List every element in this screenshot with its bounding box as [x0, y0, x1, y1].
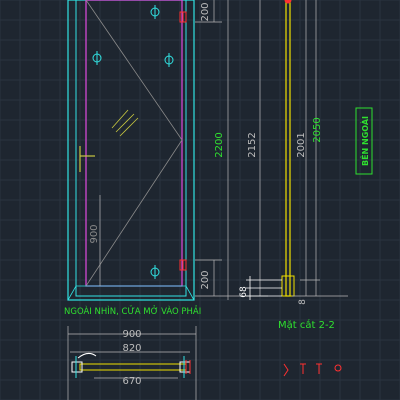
elevation-caption: NGOÀI NHÌN, CỬA MỞ VÀO PHẢI [64, 305, 201, 317]
dim-overall-2200: 2200 [214, 132, 225, 157]
plan-cyan-markers [75, 356, 185, 378]
dim-base-8: 8 [298, 299, 308, 305]
dim-handle-900: 900 [89, 224, 100, 243]
elevation-dimension-lines [99, 0, 268, 300]
plan-glass [79, 363, 187, 371]
dim-top-200: 200 [200, 2, 211, 21]
threshold [67, 285, 195, 301]
dim-section-2001: 2001 [296, 132, 307, 157]
section-detail-glyphs [283, 363, 342, 377]
section-2-2[interactable] [246, 0, 373, 300]
dim-plan-top: 900 [122, 329, 141, 340]
cad-canvas[interactable]: 200 200 900 2200 2152 NGOÀI NHÌN, CỬA MỞ… [0, 0, 400, 400]
dim-bottom-200: 200 [200, 270, 211, 289]
outside-label: BÊN NGOÀI [359, 116, 370, 166]
dim-plan-820: 820 [122, 343, 141, 354]
patch-fitting-top [150, 5, 160, 19]
door-elevation[interactable] [67, 0, 268, 301]
inner-frame [75, 0, 187, 297]
section-title: Mặt cắt 2-2 [278, 318, 335, 331]
dim-base-68: 68 [239, 286, 249, 298]
dim-inner-2152: 2152 [247, 132, 258, 157]
dim-section-2050: 2050 [312, 117, 323, 142]
glass-hatch [111, 109, 139, 137]
background-grid [0, 0, 400, 400]
section-glass [285, 0, 291, 297]
section-base-detail [246, 276, 282, 300]
section-bottom-fitting [281, 275, 295, 297]
door-handle [79, 146, 95, 172]
section-top-fitting [284, 0, 292, 4]
dim-plan-670: 670 [122, 376, 141, 387]
plan-fittings [71, 352, 191, 373]
patch-fitting-bottom [150, 265, 160, 279]
